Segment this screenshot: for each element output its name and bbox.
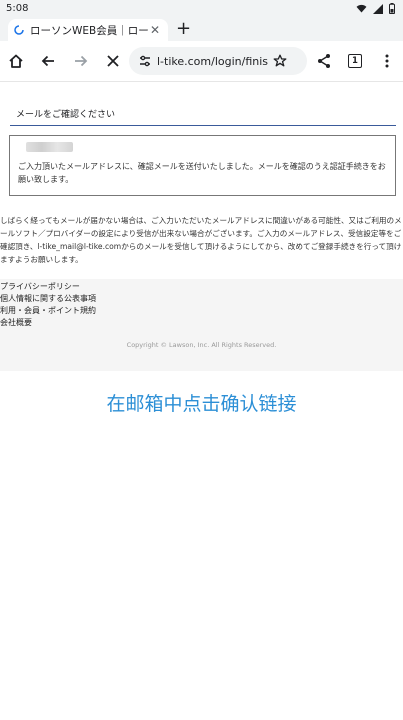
forward-arrow-icon[interactable] [71,51,91,71]
menu-icon[interactable] [377,51,397,71]
tab-switcher-button[interactable]: 1 [345,51,365,71]
home-icon[interactable] [6,51,26,71]
footer-link-terms[interactable]: 利用・会員・ポイント規約 [0,305,403,317]
status-icons [356,3,395,14]
notice-text: しばらく経ってもメールが届かない場合は、ご入力いただいたメールアドレスに間違いが… [0,216,402,264]
page-title: メールをご確認ください [16,110,116,120]
footer-link-company[interactable]: 会社概要 [0,317,403,329]
footer: プライバシーポリシー 個人情報に関する公表事項 利用・会員・ポイント規約 会社概… [0,279,403,371]
wifi-icon [356,4,367,13]
close-icon[interactable]: ✕ [148,23,162,37]
back-arrow-icon[interactable] [38,51,58,71]
status-bar: 5:08 [0,0,403,17]
page-content: メールをご確認ください ご入力頂いたメールアドレスに、確認メールを送付いたしまし… [0,81,403,720]
stop-icon[interactable] [103,51,123,71]
copyright-text: Copyright © Lawson, Inc. All Rights Rese… [126,341,277,349]
tab-count: 1 [348,54,362,68]
browser-tab[interactable]: ローソンWEB会員｜ローソンチケット ✕ [8,19,168,41]
instruction-caption: 在邮箱中点击确认链接 [106,393,297,415]
share-icon[interactable] [314,51,334,71]
tab-title: ローソンWEB会員｜ローソンチケット [30,24,148,37]
loading-spinner-icon [14,25,24,35]
confirmation-message: ご入力頂いたメールアドレスに、確認メールを送付いたしました。メールを確認のうえ認… [18,162,386,184]
footer-link-personal-info[interactable]: 個人情報に関する公表事項 [0,293,403,305]
redacted-email [26,142,73,152]
site-settings-icon[interactable] [139,55,151,67]
tab-strip: ローソンWEB会員｜ローソンチケット ✕ + [0,17,403,41]
status-time: 5:08 [6,3,29,14]
url-text: l-tike.com/login/finish/ [157,54,269,68]
address-bar[interactable]: l-tike.com/login/finish/ [129,47,307,75]
signal-icon [373,3,383,14]
heading-divider [10,125,396,126]
footer-links: プライバシーポリシー 個人情報に関する公表事項 利用・会員・ポイント規約 会社概… [0,279,403,329]
browser-toolbar: l-tike.com/login/finish/ 1 [0,41,403,82]
plus-icon[interactable]: + [176,18,191,40]
battery-icon [389,3,395,14]
message-box: ご入力頂いたメールアドレスに、確認メールを送付いたしました。メールを確認のうえ認… [9,135,396,196]
footer-link-privacy[interactable]: プライバシーポリシー [0,281,403,293]
star-icon[interactable] [273,54,287,68]
